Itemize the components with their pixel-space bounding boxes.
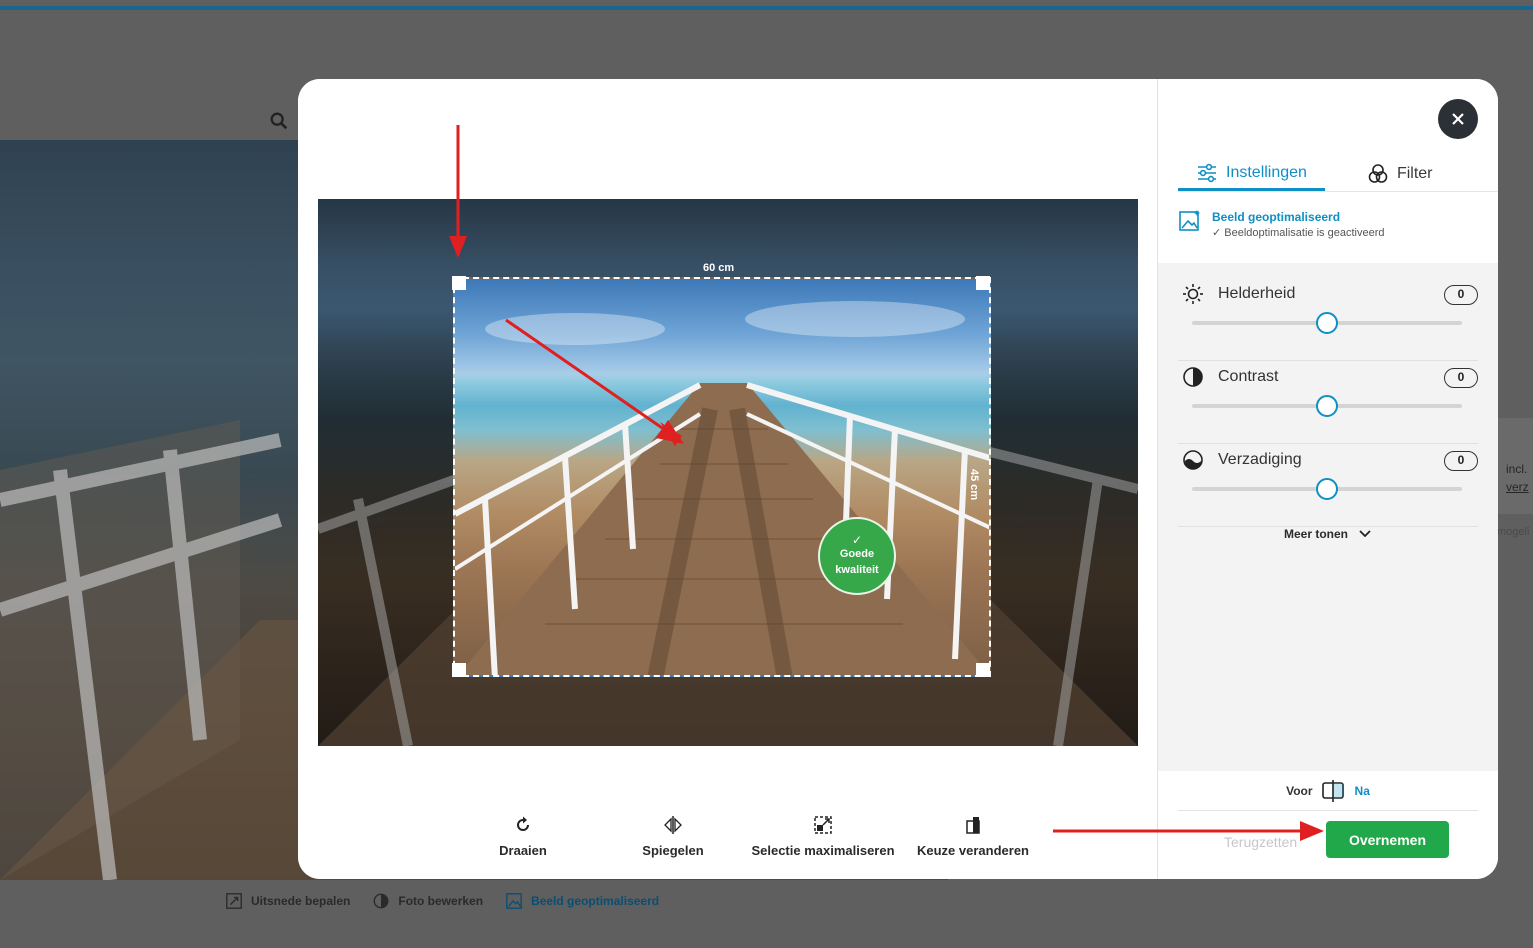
background-text: mogeli [1497,526,1530,538]
mirror-label: Spiegelen [642,843,704,858]
bg-tool-optimized: Beeld geoptimaliseerd [505,892,659,910]
editor-photo: ✓ Goede kwaliteit 60 cm 45 cm [318,199,1138,746]
brightness-slider[interactable] [1192,312,1462,334]
rotate-button[interactable]: Draaien [448,815,598,858]
tab-label: Filter [1396,165,1433,182]
bg-tool-label: Foto bewerken [398,894,484,908]
crop-height-label: 45 cm [968,469,980,501]
editor-toolbar: Draaien Spiegelen Selectie maximaliseren… [448,815,1048,858]
close-icon [1452,113,1464,125]
reset-button[interactable]: Terugzetten [1224,834,1297,850]
chevron-down-icon [1359,530,1371,538]
image-optimized-status: Beeld geoptimaliseerd ✓ Beeldoptimalisat… [1178,209,1384,241]
top-accent-bar [0,6,1533,10]
quality-badge: ✓ Goede kwaliteit [818,517,896,595]
saturation-icon [1183,450,1203,470]
search-icon[interactable] [268,110,290,132]
change-choice-label: Keuze veranderen [917,843,1029,858]
bg-tool-crop: Uitsnede bepalen [225,892,350,910]
adjust-value[interactable]: 0 [1444,285,1478,305]
image-optimize-icon [506,893,522,909]
brightness-slider-thumb[interactable] [1316,312,1338,334]
contrast-icon [1183,367,1203,387]
crop-handle-bottom-left[interactable] [452,663,466,677]
show-more-label: Meer tonen [1283,527,1348,541]
crop-width-label: 60 cm [703,262,735,274]
after-label[interactable]: Na [1355,784,1370,798]
contrast-slider[interactable] [1192,395,1462,417]
saturation-slider-thumb[interactable] [1316,478,1338,500]
change-choice-button[interactable]: Keuze veranderen [898,815,1048,858]
tab-label: Instellingen [1226,163,1307,181]
adjust-label: Helderheid [1218,285,1296,302]
crop-icon [226,893,242,909]
sliders-icon [1198,163,1216,182]
adjust-value[interactable]: 0 [1444,451,1478,471]
mirror-button[interactable]: Spiegelen [598,815,748,858]
crop-selection[interactable]: ✓ Goede kwaliteit [453,277,991,677]
bg-tool-edit: Foto bewerken [372,892,483,910]
settings-panel: Instellingen Filter Beeld geoptimaliseer… [1157,79,1498,879]
bg-tool-label: Beeld geoptimaliseerd [531,894,660,908]
editor-area: ✓ Goede kwaliteit 60 cm 45 cm Draaien Sp… [298,79,1157,879]
show-more-button[interactable]: Meer tonen [1178,527,1478,541]
adjust-brightness: Helderheid 0 [1178,279,1478,361]
maximize-selection-button[interactable]: Selectie maximaliseren [748,815,898,858]
adjust-label: Contrast [1218,368,1279,385]
adjust-contrast: Contrast 0 [1178,362,1478,444]
photo-editor-modal: ✓ Goede kwaliteit 60 cm 45 cm Draaien Sp… [298,79,1498,879]
filter-icon [1368,164,1388,183]
apply-button[interactable]: Overnemen [1326,821,1449,858]
panel-tabs: Instellingen Filter [1178,157,1498,192]
settings-panel-footer: Voor Na Terugzetten Overnemen [1158,771,1498,879]
close-button[interactable] [1438,99,1478,139]
change-choice-icon [966,817,980,834]
tab-instellingen[interactable]: Instellingen [1178,157,1325,191]
contrast-icon [373,893,389,909]
adjust-value[interactable]: 0 [1444,368,1478,388]
tab-filter[interactable]: Filter [1349,157,1451,191]
contrast-slider-thumb[interactable] [1316,395,1338,417]
saturation-slider[interactable] [1192,478,1462,500]
settings-panel-header: Instellingen Filter Beeld geoptimaliseer… [1158,79,1498,263]
optimized-subtitle: ✓ Beeldoptimalisatie is geactiveerd [1212,227,1385,239]
adjust-saturation: Verzadiging 0 [1178,445,1478,527]
mirror-icon [664,816,682,834]
before-label[interactable]: Voor [1286,784,1312,798]
background-text: incl. [1506,462,1528,476]
compare-icon[interactable] [1321,779,1347,802]
optimized-title: Beeld geoptimaliseerd [1212,210,1341,224]
bg-tool-label: Uitsnede bepalen [251,894,351,908]
quality-label: Goede kwaliteit [835,548,879,576]
check-icon: ✓ [851,533,863,547]
maximize-selection-icon [814,816,832,834]
adjust-label: Verzadiging [1218,451,1302,468]
crop-handle-top-right[interactable] [976,276,990,290]
crop-handle-bottom-right[interactable] [976,663,990,677]
maximize-selection-label: Selectie maximaliseren [751,843,895,858]
before-after-toggle: Voor Na [1178,771,1478,811]
background-link: verz [1506,480,1529,494]
rotate-icon [517,816,529,831]
image-optimize-icon [1179,210,1200,231]
rotate-label: Draaien [499,843,547,858]
crop-handle-top-left[interactable] [452,276,466,290]
background-toolbar: Uitsnede bepalen Foto bewerken Beeld geo… [225,892,659,910]
brightness-icon [1183,284,1203,304]
